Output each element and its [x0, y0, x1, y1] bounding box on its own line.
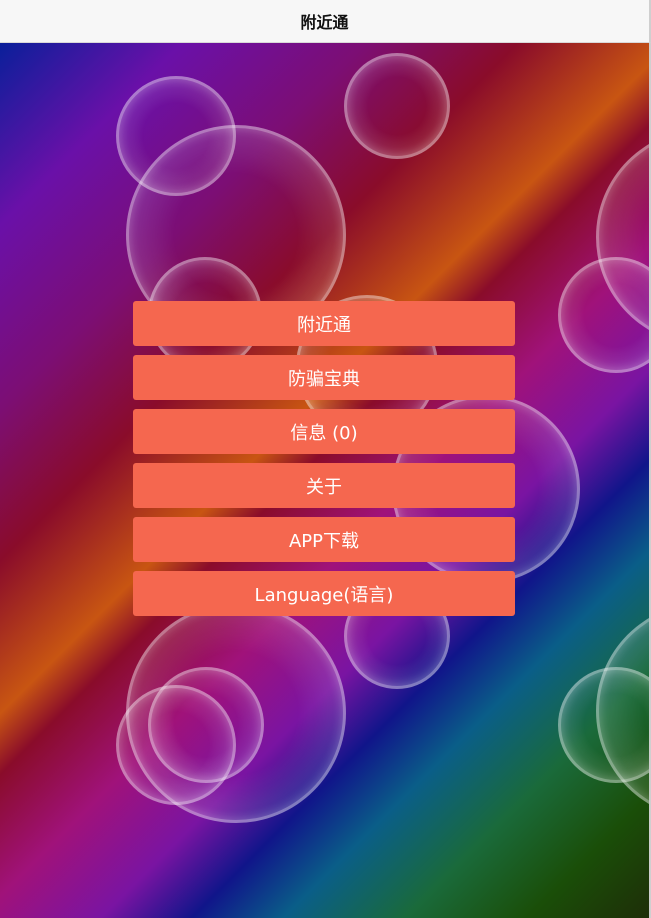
bubble-decoration — [116, 685, 236, 805]
menu-button-about[interactable]: 关于 — [133, 463, 515, 508]
top-header: 附近通 — [0, 0, 651, 43]
bubble-decoration — [558, 667, 649, 783]
menu-button-messages[interactable]: 信息 (0) — [133, 409, 515, 454]
menu-button-nearby[interactable]: 附近通 — [133, 301, 515, 346]
menu-button-app-download[interactable]: APP下载 — [133, 517, 515, 562]
menu-button-anti-fraud-guide[interactable]: 防骗宝典 — [133, 355, 515, 400]
menu-button-language[interactable]: Language(语言) — [133, 571, 515, 616]
main-menu: 附近通 防骗宝典 信息 (0) 关于 APP下载 Language(语言) — [133, 301, 515, 625]
app-root: 附近通 附近通 防骗宝典 信息 (0) 关于 APP下载 Language(语言… — [0, 0, 651, 918]
bubble-decoration — [344, 53, 450, 159]
page-title: 附近通 — [300, 13, 349, 32]
bubble-decoration — [558, 257, 649, 373]
